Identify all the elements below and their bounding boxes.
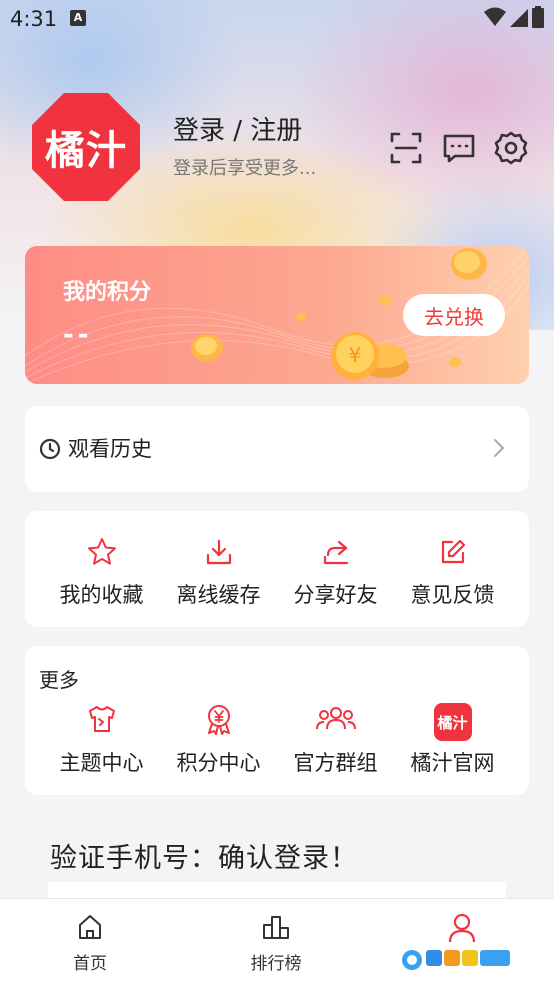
status-icons [484, 6, 544, 28]
redeem-button[interactable]: 去兑换 [403, 294, 505, 336]
points-center-label: 积分中心 [176, 751, 261, 775]
edit-icon [441, 539, 465, 564]
star-icon [87, 538, 116, 565]
avatar[interactable]: 橘汁 [32, 93, 140, 201]
feedback-item[interactable]: 意见反馈 [394, 537, 511, 609]
theme-center-label: 主题中心 [59, 751, 144, 775]
login-register-link[interactable]: 登录 / 注册 [173, 110, 302, 147]
scan-icon[interactable] [388, 130, 424, 166]
points-card[interactable]: ¥ 我的积分 -- 去兑换 [25, 246, 529, 384]
feedback-label: 意见反馈 [410, 583, 495, 607]
share-icon [323, 540, 348, 565]
yuan-badge-icon [207, 705, 230, 735]
message-icon[interactable] [441, 130, 477, 166]
status-time: 4:31 [10, 7, 58, 31]
avatar-text: 橘汁 [45, 128, 127, 174]
share-label: 分享好友 [293, 583, 378, 607]
ranking-icon [263, 916, 289, 939]
official-group-item[interactable]: 官方群组 [277, 703, 394, 777]
clock-icon [39, 438, 61, 460]
verify-phone-text: 验证手机号：确认登录！ [50, 843, 358, 874]
watermark-logo [402, 950, 510, 970]
official-group-label: 官方群组 [293, 751, 378, 775]
favorites-item[interactable]: 我的收藏 [43, 537, 160, 609]
share-item[interactable]: 分享好友 [277, 537, 394, 609]
offline-cache-label: 离线缓存 [176, 583, 261, 607]
tab-home[interactable]: 首页 [30, 913, 150, 974]
profile-icon [448, 913, 476, 943]
group-icon [315, 707, 356, 730]
more-card: 更多 主题中心 积分中心 官方群组 橘汁 橘汁官网 [25, 646, 529, 795]
notification-badge: A [70, 10, 86, 26]
home-icon [79, 915, 101, 939]
app-logo-icon: 橘汁 [433, 703, 472, 741]
download-icon [206, 539, 231, 565]
theme-center-item[interactable]: 主题中心 [43, 703, 160, 777]
battery-icon [532, 6, 544, 28]
points-title: 我的积分 [63, 280, 152, 305]
svg-text:¥: ¥ [349, 343, 362, 367]
wifi-icon [484, 7, 506, 26]
status-bar: 4:31 A [0, 0, 554, 40]
official-site-item[interactable]: 橘汁 橘汁官网 [394, 703, 511, 777]
chevron-right-icon [494, 439, 505, 457]
settings-icon[interactable] [493, 130, 529, 166]
login-subtitle: 登录后享受更多... [173, 158, 317, 179]
more-title: 更多 [39, 668, 79, 692]
tab-ranking-label: 排行榜 [250, 954, 302, 974]
history-row[interactable]: 观看历史 [25, 406, 529, 492]
shirt-icon [88, 706, 115, 732]
cellular-icon [510, 9, 528, 27]
official-site-label: 橘汁官网 [410, 751, 495, 775]
offline-cache-item[interactable]: 离线缓存 [160, 537, 277, 609]
points-center-item[interactable]: 积分中心 [160, 703, 277, 777]
favorites-label: 我的收藏 [59, 583, 144, 607]
points-value: -- [63, 320, 93, 350]
quick-actions-card: 我的收藏 离线缓存 分享好友 意见反馈 [25, 511, 529, 627]
history-label: 观看历史 [68, 437, 152, 461]
tab-home-label: 首页 [73, 954, 107, 974]
tab-ranking[interactable]: 排行榜 [216, 913, 336, 974]
app-logo-text: 橘汁 [437, 713, 468, 732]
